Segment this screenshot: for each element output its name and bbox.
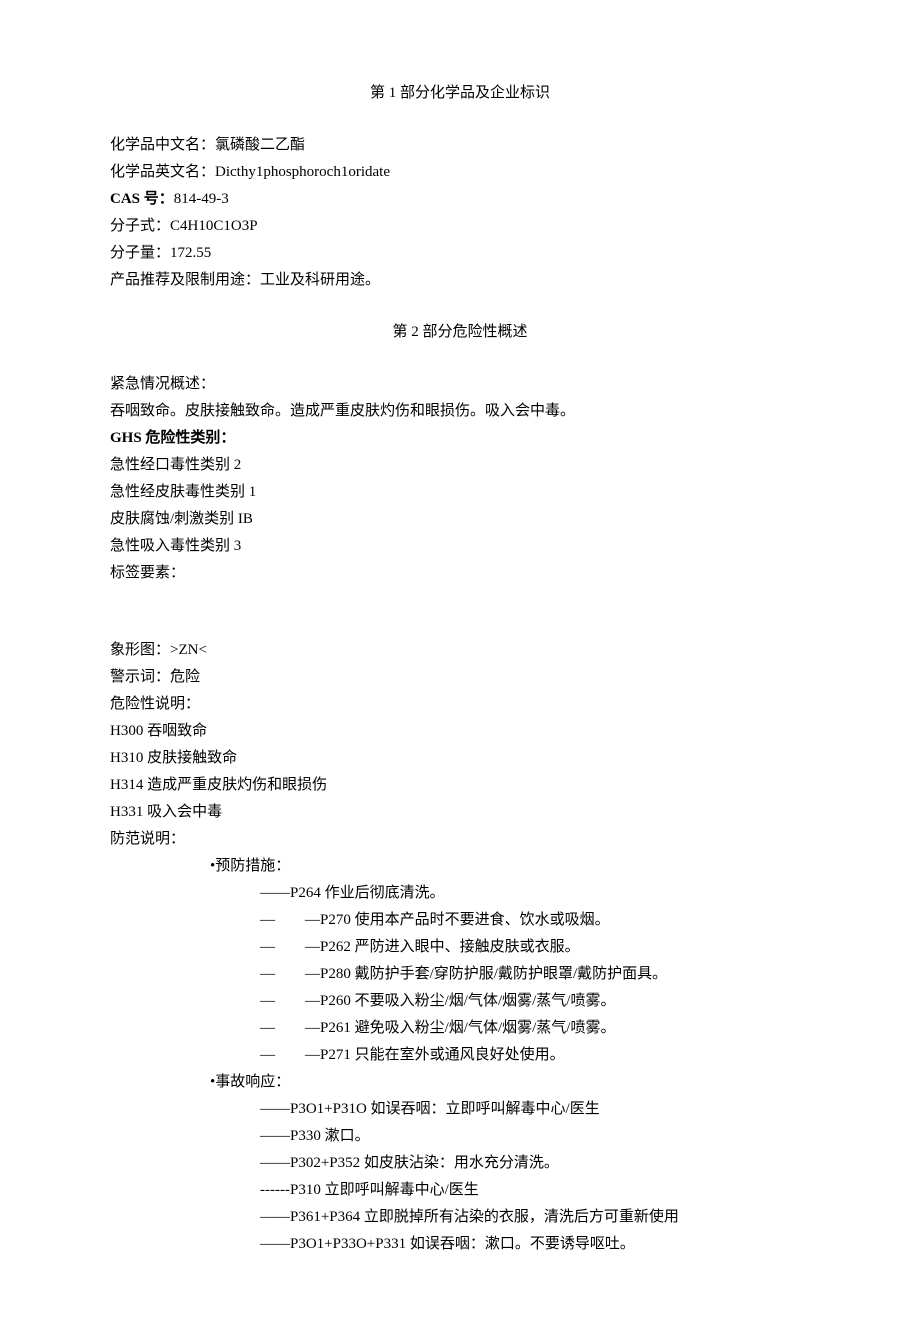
pictogram-label: 象形图：: [110, 642, 170, 658]
response-item-1: ——P330 漱口。: [110, 1123, 810, 1150]
formula-label: 分子式：: [110, 218, 170, 234]
prevention-text: P271 只能在室外或通风良好处使用。: [320, 1042, 565, 1069]
field-usage: 产品推荐及限制用途：工业及科研用途。: [110, 267, 810, 294]
dash-icon: ——: [260, 1231, 290, 1258]
hazard-item-1: H310 皮肤接触致命: [110, 745, 810, 772]
response-item-0: ——P3O1+P31O 如误吞咽：立即呼叫解毒中心/医生: [110, 1096, 810, 1123]
field-cas: CAS 号：814-49-3: [110, 186, 810, 213]
usage-value: 工业及科研用途。: [260, 272, 380, 288]
prevention-text: P264 作业后彻底清洗。: [290, 880, 445, 907]
prevention-item-5: — —P261 避免吸入粉尘/烟/气体/烟雾/蒸气/喷雾。: [110, 1015, 810, 1042]
chinese-name-label: 化学品中文名：: [110, 137, 215, 153]
prevention-text: P261 避免吸入粉尘/烟/气体/烟雾/蒸气/喷雾。: [320, 1015, 615, 1042]
prevention-label: •预防措施：: [110, 853, 810, 880]
dash-icon: ------: [260, 1177, 290, 1204]
emergency-label: 紧急情况概述：: [110, 371, 810, 398]
prevention-text: P270 使用本产品时不要进食、饮水或吸烟。: [320, 907, 610, 934]
prevention-text: P260 不要吸入粉尘/烟/气体/烟雾/蒸气/喷雾。: [320, 988, 615, 1015]
hazard-item-2: H314 造成严重皮肤灼伤和眼损伤: [110, 772, 810, 799]
cas-label: CAS 号：: [110, 191, 174, 207]
field-formula: 分子式：C4H10C1O3P: [110, 213, 810, 240]
dash-icon: — —: [260, 961, 320, 988]
english-name-label: 化学品英文名：: [110, 164, 215, 180]
dash-icon: ——: [260, 1204, 290, 1231]
ghs-label: GHS 危险性类别：: [110, 425, 810, 452]
ghs-item-0: 急性经口毒性类别 2: [110, 452, 810, 479]
hazard-label: 危险性说明：: [110, 691, 810, 718]
signal-word-label: 警示词：: [110, 669, 170, 685]
prevention-text: P280 戴防护手套/穿防护服/戴防护眼罩/戴防护面具。: [320, 961, 667, 988]
chinese-name-value: 氯磷酸二乙酯: [215, 137, 305, 153]
response-text: P330 漱口。: [290, 1123, 370, 1150]
spacer: [110, 587, 810, 637]
response-text: P361+P364 立即脱掉所有沾染的衣服，清洗后方可重新使用: [290, 1204, 679, 1231]
dash-icon: — —: [260, 1015, 320, 1042]
label-elements: 标签要素：: [110, 560, 810, 587]
ghs-item-3: 急性吸入毒性类别 3: [110, 533, 810, 560]
field-weight: 分子量：172.55: [110, 240, 810, 267]
prevention-item-1: — —P270 使用本产品时不要进食、饮水或吸烟。: [110, 907, 810, 934]
section-2-title: 第 2 部分危险性概述: [110, 319, 810, 346]
hazard-item-3: H331 吸入会中毒: [110, 799, 810, 826]
precaution-label: 防范说明：: [110, 826, 810, 853]
dash-icon: ——: [260, 1123, 290, 1150]
section-2-content: 紧急情况概述： 吞咽致命。皮肤接触致命。造成严重皮肤灼伤和眼损伤。吸入会中毒。 …: [110, 371, 810, 1258]
dash-icon: — —: [260, 988, 320, 1015]
usage-label: 产品推荐及限制用途：: [110, 272, 260, 288]
dash-icon: ——: [260, 880, 290, 907]
hazard-item-0: H300 吞咽致命: [110, 718, 810, 745]
response-item-5: ——P3O1+P33O+P331 如误吞咽：漱口。不要诱导呕吐。: [110, 1231, 810, 1258]
cas-value: 814-49-3: [174, 191, 229, 207]
dash-icon: — —: [260, 1042, 320, 1069]
english-name-value: Dicthy1phosphoroch1oridate: [215, 164, 390, 180]
field-signal-word: 警示词：危险: [110, 664, 810, 691]
signal-word-value: 危险: [170, 669, 200, 685]
prevention-item-6: — —P271 只能在室外或通风良好处使用。: [110, 1042, 810, 1069]
field-pictogram: 象形图：>ZN<: [110, 637, 810, 664]
prevention-item-4: — —P260 不要吸入粉尘/烟/气体/烟雾/蒸气/喷雾。: [110, 988, 810, 1015]
field-english-name: 化学品英文名：Dicthy1phosphoroch1oridate: [110, 159, 810, 186]
dash-icon: — —: [260, 907, 320, 934]
emergency-value: 吞咽致命。皮肤接触致命。造成严重皮肤灼伤和眼损伤。吸入会中毒。: [110, 398, 810, 425]
response-text: P302+P352 如皮肤沾染：用水充分清洗。: [290, 1150, 559, 1177]
ghs-item-1: 急性经皮肤毒性类别 1: [110, 479, 810, 506]
dash-icon: ——: [260, 1150, 290, 1177]
response-label: •事故响应：: [110, 1069, 810, 1096]
dash-icon: — —: [260, 934, 320, 961]
field-chinese-name: 化学品中文名：氯磷酸二乙酯: [110, 132, 810, 159]
prevention-item-3: — —P280 戴防护手套/穿防护服/戴防护眼罩/戴防护面具。: [110, 961, 810, 988]
formula-value: C4H10C1O3P: [170, 218, 258, 234]
ghs-item-2: 皮肤腐蚀/刺激类别 IB: [110, 506, 810, 533]
response-item-3: ------P310 立即呼叫解毒中心/医生: [110, 1177, 810, 1204]
weight-label: 分子量：: [110, 245, 170, 261]
weight-value: 172.55: [170, 245, 211, 261]
prevention-item-0: ——P264 作业后彻底清洗。: [110, 880, 810, 907]
prevention-text: P262 严防进入眼中、接触皮肤或衣服。: [320, 934, 580, 961]
pictogram-value: >ZN<: [170, 642, 207, 658]
section-1-content: 化学品中文名：氯磷酸二乙酯 化学品英文名：Dicthy1phosphoroch1…: [110, 132, 810, 294]
response-item-4: ——P361+P364 立即脱掉所有沾染的衣服，清洗后方可重新使用: [110, 1204, 810, 1231]
response-item-2: ——P302+P352 如皮肤沾染：用水充分清洗。: [110, 1150, 810, 1177]
response-text: P3O1+P31O 如误吞咽：立即呼叫解毒中心/医生: [290, 1096, 600, 1123]
prevention-item-2: — —P262 严防进入眼中、接触皮肤或衣服。: [110, 934, 810, 961]
section-1-title: 第 1 部分化学品及企业标识: [110, 80, 810, 107]
dash-icon: ——: [260, 1096, 290, 1123]
response-text: P310 立即呼叫解毒中心/医生: [290, 1177, 479, 1204]
response-text: P3O1+P33O+P331 如误吞咽：漱口。不要诱导呕吐。: [290, 1231, 635, 1258]
